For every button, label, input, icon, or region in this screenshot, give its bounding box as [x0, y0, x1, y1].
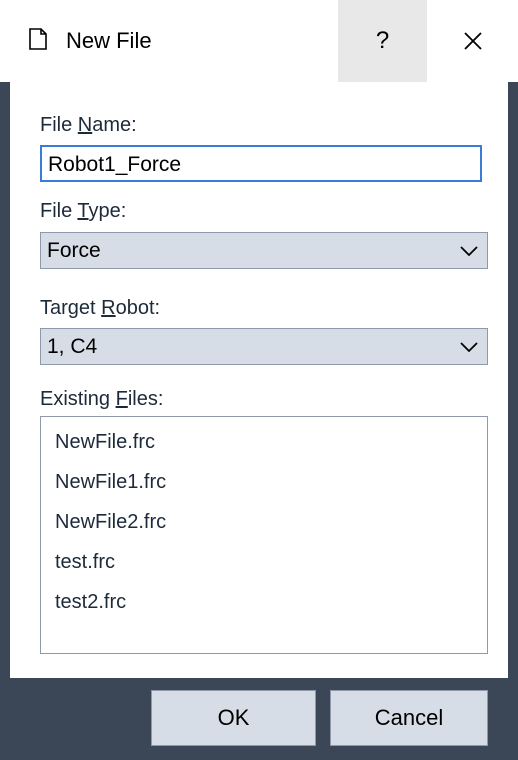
existing-files-list[interactable]: NewFile.frc NewFile1.frc NewFile2.frc te… [40, 416, 488, 654]
help-button[interactable]: ? [338, 0, 427, 82]
window-title: New File [66, 28, 152, 53]
list-item[interactable]: test.frc [55, 549, 115, 575]
cancel-button[interactable]: Cancel [330, 690, 488, 746]
list-item[interactable]: NewFile2.frc [55, 509, 166, 535]
list-item[interactable]: test2.frc [55, 589, 126, 615]
file-type-dropdown[interactable]: Force [40, 232, 488, 269]
existing-files-label: Existing Files: [40, 388, 164, 410]
file-type-selected: Force [47, 239, 101, 262]
dialog-body: File Name: Robot1_Force File Type: Force… [10, 82, 508, 678]
list-item[interactable]: NewFile.frc [55, 429, 155, 455]
title-bar: New File ? [0, 0, 518, 82]
close-icon [463, 32, 482, 50]
file-name-label: File Name: [40, 114, 137, 136]
close-button[interactable] [427, 0, 518, 82]
target-robot-label: Target Robot: [40, 297, 161, 319]
file-type-label: File Type: [40, 200, 127, 222]
target-robot-selected: 1, C4 [47, 335, 98, 358]
list-item[interactable]: NewFile1.frc [55, 469, 166, 495]
chevron-down-icon [460, 342, 478, 353]
target-robot-dropdown[interactable]: 1, C4 [40, 328, 488, 365]
chevron-down-icon [460, 246, 478, 257]
file-name-input[interactable]: Robot1_Force [40, 145, 482, 182]
document-icon [29, 28, 47, 50]
ok-button[interactable]: OK [151, 690, 316, 746]
